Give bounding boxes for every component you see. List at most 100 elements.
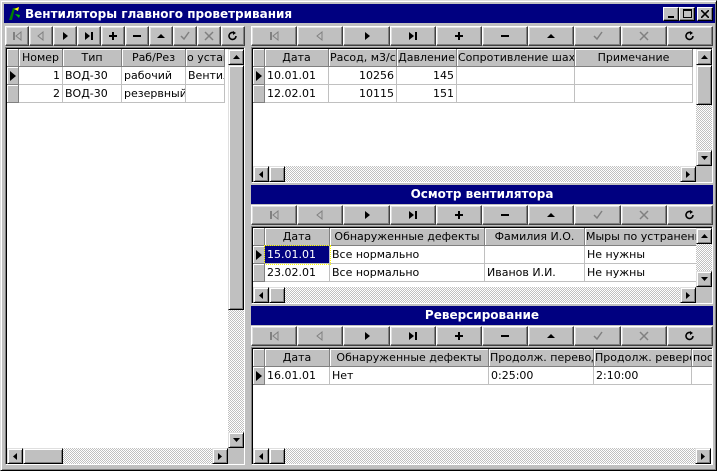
column-header[interactable]: Продолж. перевода (489, 349, 594, 367)
horizontal-scrollbar[interactable] (7, 448, 228, 464)
column-header[interactable]: Дата (265, 228, 330, 246)
scroll-down-icon[interactable] (696, 150, 712, 166)
table-cell[interactable]: 2 (19, 85, 63, 103)
last-record-icon[interactable] (389, 205, 436, 225)
minimize-icon[interactable] (663, 6, 679, 21)
table-cell[interactable]: 2:10:00 (594, 367, 692, 385)
close-icon[interactable] (697, 6, 713, 21)
edit-record-icon[interactable] (528, 26, 575, 46)
column-header[interactable]: Фамилия И.О. (485, 228, 585, 246)
table-cell[interactable]: 10256 (329, 67, 397, 85)
edit-record-icon[interactable] (149, 26, 173, 46)
delete-record-icon[interactable] (482, 205, 529, 225)
column-header[interactable]: Обнаруженные дефекты (330, 349, 489, 367)
table-row[interactable]: 10.01.01 10256 145 (253, 67, 693, 85)
scroll-left-icon[interactable] (7, 448, 23, 464)
scroll-right-icon[interactable] (680, 287, 696, 303)
horizontal-scrollbar[interactable] (253, 448, 711, 464)
refresh-icon[interactable] (666, 326, 714, 346)
title-bar[interactable]: Вентиляторы главного проветривания (4, 4, 715, 23)
column-header[interactable]: Дата (265, 349, 330, 367)
inspection-grid[interactable]: Дата Обнаруженные дефекты Фамилия И.О. М… (251, 226, 713, 304)
scroll-right-icon[interactable] (212, 448, 228, 464)
table-cell[interactable]: 12.02.01 (265, 85, 329, 103)
last-record-icon[interactable] (389, 26, 436, 46)
column-header[interactable]: Раб/Рез (122, 49, 186, 67)
table-cell[interactable]: Нет (330, 367, 489, 385)
column-header[interactable]: Номер (19, 49, 63, 67)
table-cell[interactable] (485, 246, 585, 264)
scroll-thumb[interactable] (696, 65, 712, 105)
table-cell[interactable]: 151 (397, 85, 457, 103)
table-cell[interactable] (457, 67, 575, 85)
column-header[interactable]: Сопротивление шахты (457, 49, 575, 67)
scroll-right-icon[interactable] (695, 448, 711, 464)
insert-record-icon[interactable] (435, 26, 483, 46)
column-header[interactable]: Дата (265, 49, 329, 67)
insert-record-icon[interactable] (435, 326, 483, 346)
scroll-thumb[interactable] (228, 65, 244, 310)
vertical-scrollbar[interactable] (696, 228, 712, 287)
scroll-up-icon[interactable] (696, 49, 712, 65)
delete-record-icon[interactable] (482, 26, 529, 46)
table-cell[interactable] (457, 85, 575, 103)
table-cell[interactable]: ВОД-30 (63, 85, 122, 103)
column-header[interactable]: Обнаруженные дефекты (330, 228, 485, 246)
insert-record-icon[interactable] (435, 205, 483, 225)
table-cell[interactable]: 0:25:00 (489, 367, 594, 385)
delete-record-icon[interactable] (482, 326, 529, 346)
column-header[interactable]: Тип (63, 49, 122, 67)
column-header[interactable]: Продолж. реверса (594, 349, 692, 367)
scroll-left-icon[interactable] (253, 166, 269, 182)
table-row[interactable]: 1 ВОД-30 рабочий Вентил (7, 67, 225, 85)
scroll-up-icon[interactable] (228, 49, 244, 65)
scroll-down-icon[interactable] (696, 271, 712, 287)
table-cell[interactable]: Все нормально (330, 264, 485, 282)
table-row[interactable]: 15.01.01 Все нормально Не нужны (253, 245, 697, 265)
table-cell[interactable]: 23.02.01 (265, 264, 330, 282)
scroll-right-icon[interactable] (680, 166, 696, 182)
maximize-icon[interactable] (679, 6, 695, 21)
table-cell[interactable]: 16.01.01 (265, 367, 330, 385)
table-cell[interactable]: Иванов И.И. (485, 264, 585, 282)
table-row[interactable]: 23.02.01 Все нормально Иванов И.И. Не ну… (253, 264, 697, 282)
table-cell[interactable]: 1 (19, 67, 63, 85)
table-cell[interactable]: Не нужны (585, 264, 697, 282)
table-cell[interactable]: 10115 (329, 85, 397, 103)
table-row[interactable]: 16.01.01 Нет 0:25:00 2:10:00 (253, 367, 712, 385)
scroll-up-icon[interactable] (696, 228, 712, 244)
horizontal-scrollbar[interactable] (253, 287, 696, 303)
table-cell[interactable]: резервный (122, 85, 186, 103)
column-header[interactable]: Давление (397, 49, 457, 67)
next-record-icon[interactable] (343, 26, 390, 46)
table-cell[interactable]: Все нормально (330, 246, 485, 264)
table-row[interactable]: 2 ВОД-30 резервный (7, 85, 225, 103)
scroll-down-icon[interactable] (228, 432, 244, 448)
table-cell[interactable]: Не нужны (585, 246, 697, 264)
scroll-thumb[interactable] (269, 287, 285, 303)
edit-record-icon[interactable] (528, 205, 575, 225)
insert-record-icon[interactable] (101, 26, 125, 46)
table-cell[interactable]: 10.01.01 (265, 67, 329, 85)
refresh-icon[interactable] (221, 26, 245, 46)
next-record-icon[interactable] (53, 26, 77, 46)
table-cell[interactable] (692, 367, 712, 385)
scroll-left-icon[interactable] (253, 287, 269, 303)
selected-cell[interactable]: 15.01.01 (264, 245, 331, 265)
refresh-icon[interactable] (666, 26, 714, 46)
delete-record-icon[interactable] (125, 26, 149, 46)
edit-record-icon[interactable] (528, 326, 575, 346)
column-header[interactable]: Мыры по устранению (585, 228, 697, 246)
table-cell[interactable]: Вентил (186, 67, 225, 85)
scroll-thumb[interactable] (269, 166, 285, 182)
next-record-icon[interactable] (343, 326, 390, 346)
measurements-grid[interactable]: Дата Расод, м3/с Давление Сопротивление … (251, 47, 713, 183)
column-header[interactable]: пос (692, 349, 712, 367)
table-cell[interactable] (575, 67, 693, 85)
fans-grid[interactable]: Номер Тип Раб/Рез о установ 1 ВОД-30 раб… (5, 47, 245, 465)
table-cell[interactable]: 145 (397, 67, 457, 85)
reversal-grid[interactable]: Дата Обнаруженные дефекты Продолж. перев… (251, 347, 713, 465)
scroll-left-icon[interactable] (253, 448, 269, 464)
scroll-thumb[interactable] (23, 448, 63, 464)
table-cell[interactable]: ВОД-30 (63, 67, 122, 85)
